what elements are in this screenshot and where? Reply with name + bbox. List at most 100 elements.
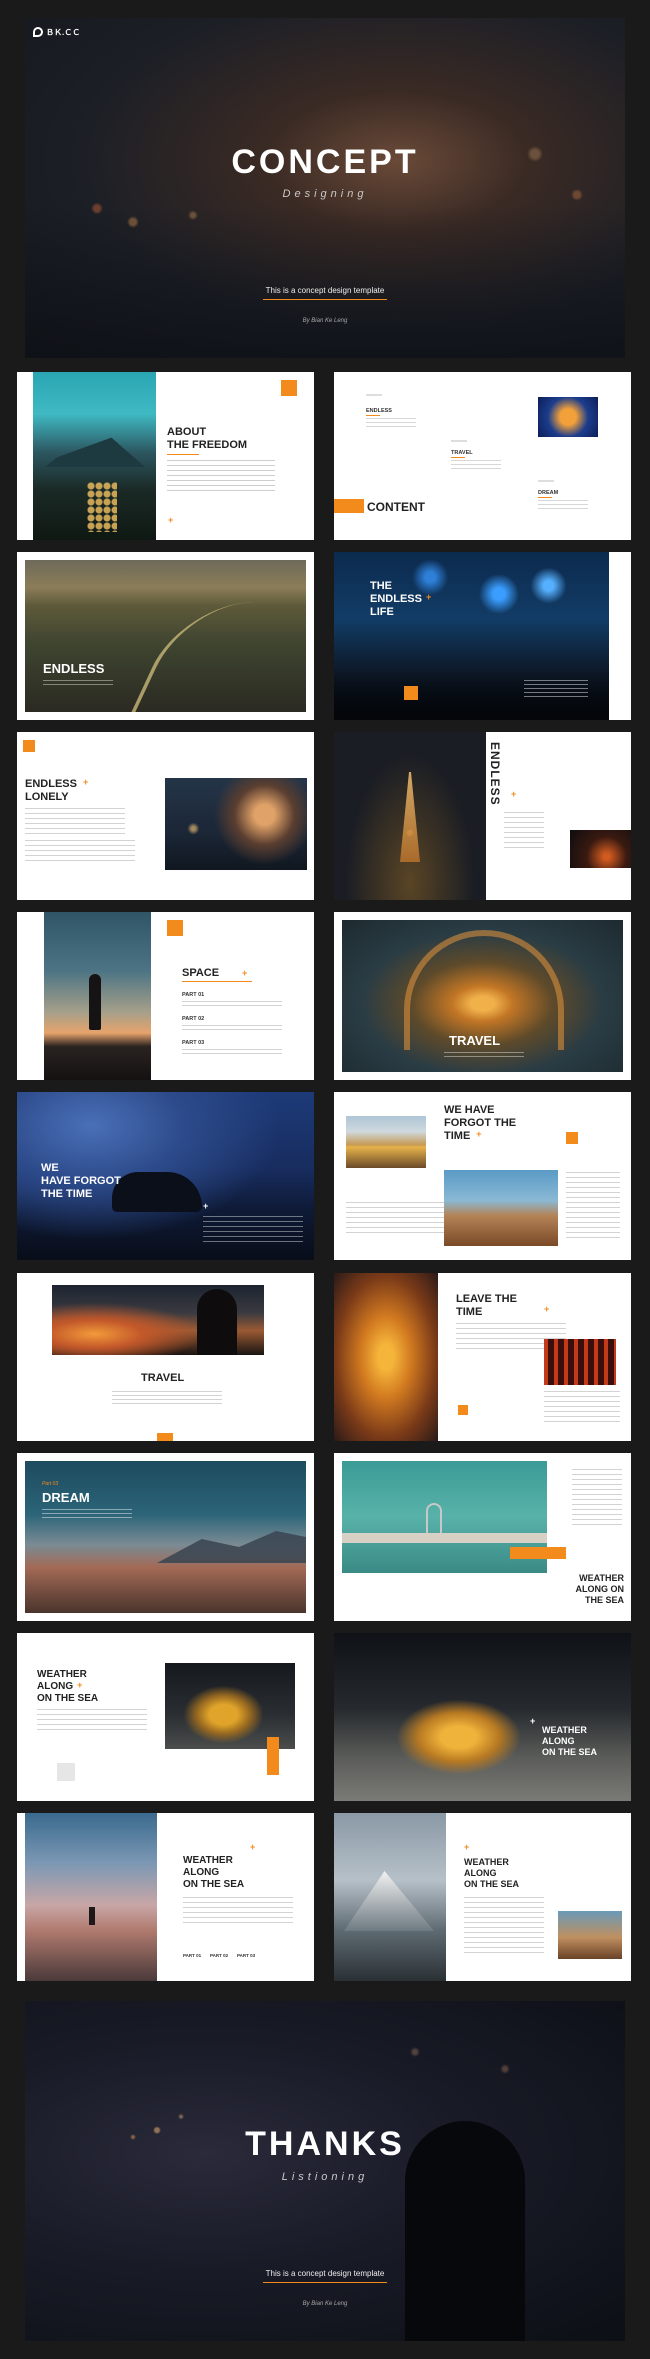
part-3-label: PART 03	[182, 1040, 205, 1046]
slide-title: WE HAVE FORGOT THE TIME	[41, 1162, 121, 1200]
cover-tagline: This is a concept design template	[265, 286, 385, 295]
slide-title: WEATHER ALONG ON THE SEA	[542, 1725, 598, 1757]
slide-endless-road[interactable]: ENDLESS	[17, 552, 314, 720]
slide-space[interactable]: SPACE + PART 01 PART 02 PART 03	[17, 912, 314, 1080]
slide-weather-pool[interactable]: WEATHER ALONG ON THE SEA	[334, 1453, 631, 1621]
person-silhouette	[89, 974, 101, 1030]
end-title: THANKS	[245, 2125, 405, 2163]
plus-icon: +	[250, 1842, 256, 1852]
item-text	[538, 500, 588, 510]
plus-icon: +	[242, 968, 248, 978]
plus-icon: +	[168, 515, 174, 525]
plus-icon: +	[425, 592, 432, 602]
slide-title: THE ENDLESS + LIFE	[370, 580, 432, 618]
slide-title: WE HAVE FORGOT THE TIME +	[444, 1104, 517, 1142]
accent-bar	[510, 1547, 566, 1559]
slide-weather-mountain[interactable]: + WEATHER ALONG ON THE SEA	[334, 1813, 631, 1981]
slide-dream[interactable]: Part 03 DREAM	[17, 1453, 314, 1621]
photo-rock-climber	[444, 1170, 558, 1246]
content-item-dream: DREAM	[538, 490, 559, 496]
photo-lights-girl	[165, 778, 307, 870]
slide-travel-sunset[interactable]: TRAVEL	[17, 1273, 314, 1441]
part-2-text	[182, 1025, 282, 1031]
plus-icon: +	[203, 1201, 209, 1211]
photo-red-gates	[544, 1339, 616, 1385]
cover-title: CONCEPT	[231, 143, 419, 181]
photo-jellyfish	[538, 397, 598, 437]
slide-title: WEATHER ALONG ON THE SEA	[183, 1855, 245, 1890]
body-text	[43, 680, 113, 688]
accent-bar	[267, 1737, 279, 1775]
body-text	[25, 808, 125, 834]
slide-weather-1[interactable]: WEATHER ALONG + ON THE SEA	[17, 1633, 314, 1801]
end-subtitle: Listioning	[281, 2171, 369, 2183]
cover-author: By Bian Ke Leng	[302, 318, 348, 324]
accent-bar	[157, 1433, 173, 1441]
slide-weather-cloak[interactable]: + WEATHER ALONG ON THE SEA	[334, 1633, 631, 1801]
part-3-text	[182, 1049, 282, 1055]
accent-square	[167, 920, 183, 936]
cover-subtitle: Designing	[282, 188, 368, 200]
item-underline	[366, 415, 380, 416]
slide-forgot-time[interactable]: WE HAVE FORGOT THE TIME +	[334, 1092, 631, 1260]
part-2-label: PART 02	[210, 1953, 229, 1958]
cover-slide: ＢＫ.ＣＣ CONCEPT Designing This is a concep…	[25, 18, 625, 358]
pool-edge	[342, 1533, 547, 1543]
photo-dusk	[570, 830, 631, 868]
photo-cloak-wide	[334, 1633, 631, 1801]
brand-logo[interactable]: ＢＫ.ＣＣ	[33, 24, 89, 40]
item-text	[451, 460, 501, 470]
photo-climber-small	[558, 1911, 622, 1959]
body-text-bottom	[544, 1391, 620, 1423]
end-author: By Bian Ke Leng	[302, 2301, 348, 2307]
body-text	[504, 812, 544, 852]
slide-about-freedom[interactable]: ABOUT THE FREEDOM +	[17, 372, 314, 540]
slide-travel-arch[interactable]: TRAVEL	[334, 912, 631, 1080]
item-number	[538, 480, 554, 482]
content-item-travel: TRAVEL	[451, 450, 473, 456]
slide-title: CONTENT	[367, 500, 425, 514]
part-1-text	[182, 1001, 282, 1007]
slide-endless-life[interactable]: THE ENDLESS + LIFE	[334, 552, 631, 720]
plus-icon: +	[511, 789, 517, 799]
slide-title: WEATHER ALONG ON THE SEA	[575, 1573, 625, 1605]
slide-title: TRAVEL	[141, 1372, 185, 1384]
body-text	[572, 1469, 622, 1529]
photo-beach-dusk	[25, 1813, 157, 1981]
plus-icon: +	[530, 1716, 536, 1726]
item-text	[366, 418, 416, 428]
end-tagline: This is a concept design template	[265, 2269, 385, 2278]
body-text-right	[566, 1172, 620, 1242]
part-3-label: PART 03	[237, 1953, 256, 1958]
slide-title: WEATHER ALONG + ON THE SEA	[37, 1669, 99, 1704]
photo-arch-reflection	[334, 1273, 438, 1441]
pool-ladder	[426, 1503, 442, 1533]
item-underline	[451, 457, 465, 458]
body-text	[37, 1709, 147, 1733]
slide-title: ABOUT THE FREEDOM	[167, 426, 248, 451]
slide-endless-vertical[interactable]: ENDLESS +	[334, 732, 631, 900]
slide-forgot-night[interactable]: WE HAVE FORGOT THE TIME +	[17, 1092, 314, 1260]
body-text-2	[25, 840, 135, 862]
plus-icon: +	[77, 1680, 83, 1690]
logo-icon	[33, 27, 43, 37]
slide-content[interactable]: ENDLESS TRAVEL DREAM CONTENT	[334, 372, 631, 540]
content-item-endless: ENDLESS	[366, 408, 392, 414]
photo-desert-road	[346, 1116, 426, 1168]
slide-endless-lonely[interactable]: ENDLESS + LONELY	[17, 732, 314, 900]
title-underline	[182, 981, 252, 982]
slide-weather-beach[interactable]: + WEATHER ALONG ON THE SEA PART 01 PART 02…	[17, 1813, 314, 1981]
slide-title-vertical: ENDLESS	[488, 742, 502, 806]
slide-kicker: Part 03	[42, 1481, 59, 1487]
slide-leave-time[interactable]: LEAVE THE TIME +	[334, 1273, 631, 1441]
body-text	[464, 1897, 544, 1957]
body-text	[167, 460, 275, 494]
body-text	[203, 1216, 303, 1246]
part-1-label: PART 01	[183, 1953, 202, 1958]
accent-square	[281, 380, 297, 396]
accent-square	[23, 740, 35, 752]
item-number	[366, 394, 382, 396]
plus-icon: +	[464, 1842, 470, 1852]
plus-icon: +	[544, 1304, 550, 1314]
plus-icon: +	[82, 777, 89, 787]
